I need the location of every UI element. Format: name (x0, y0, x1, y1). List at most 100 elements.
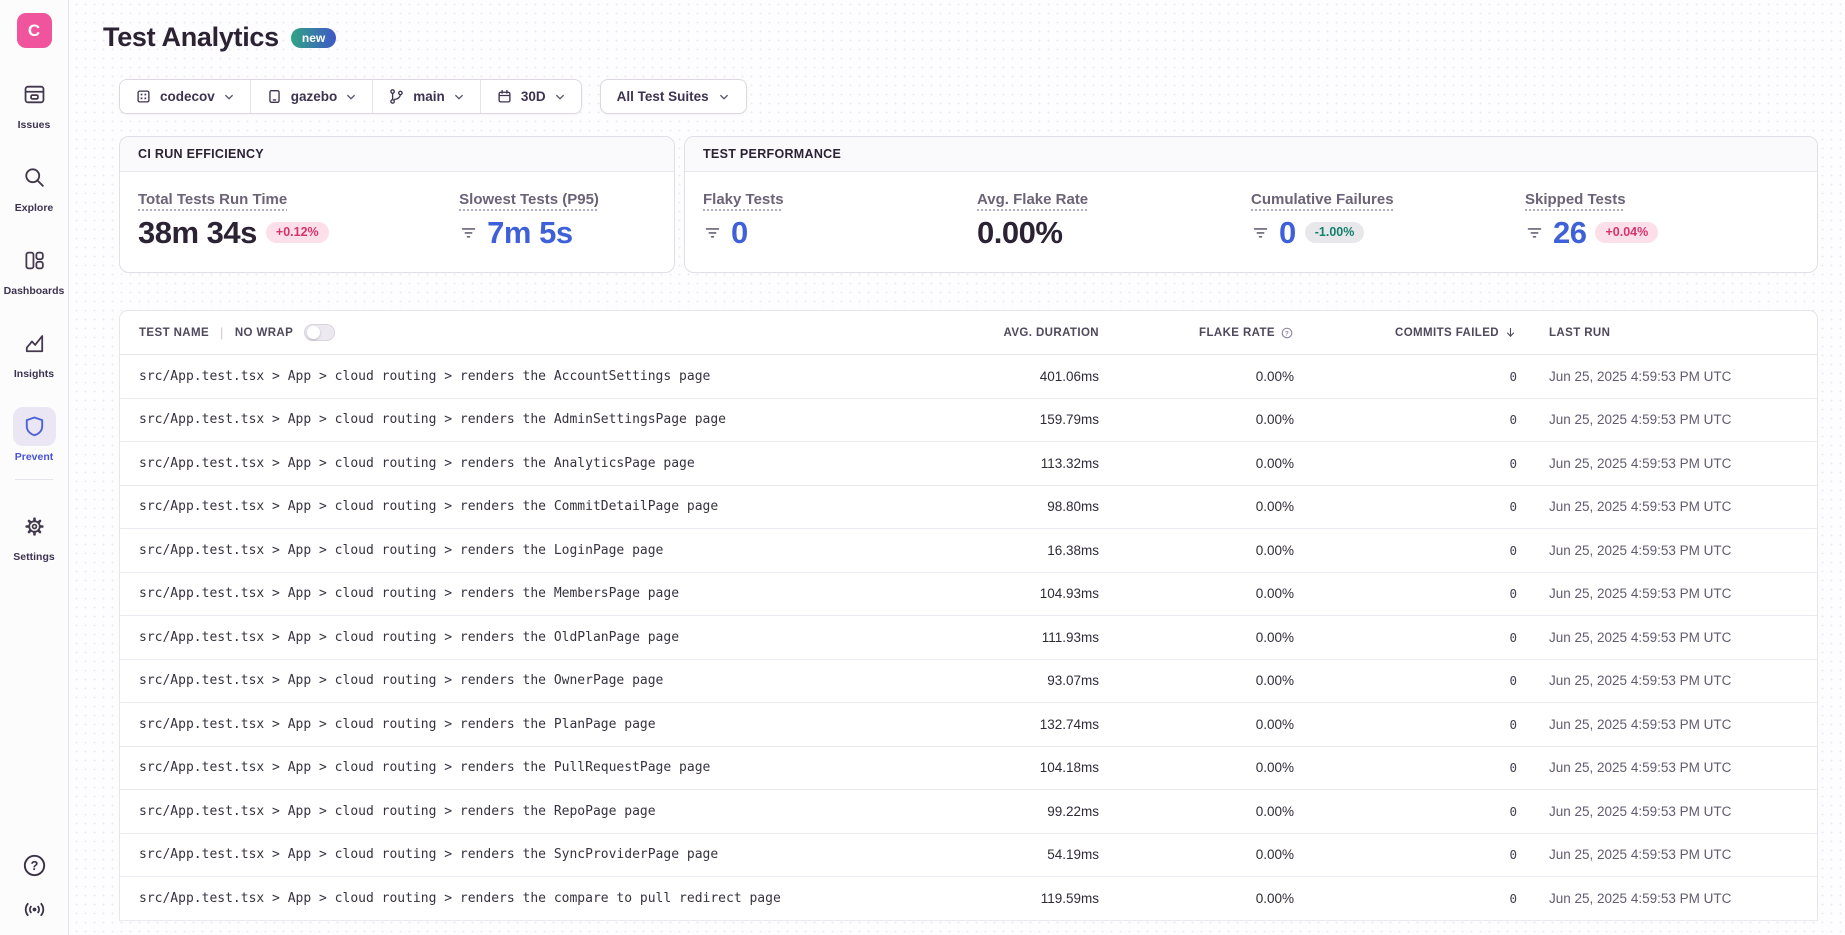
gear-icon (13, 507, 56, 546)
metric-cumulative-failures: Cumulative Failures 0 -1.00% (1251, 191, 1525, 248)
metric-avg-flake-rate: Avg. Flake Rate 0.00% (977, 191, 1251, 248)
org-icon (135, 88, 152, 105)
branch-label: main (413, 89, 445, 104)
main-content: Test Analytics new codecov (69, 0, 1845, 921)
filter-funnel-icon[interactable] (1525, 223, 1544, 242)
sidebar-item-issues[interactable]: Issues (13, 75, 56, 131)
test-name-cell: src/App.test.tsx > App > cloud routing >… (120, 529, 949, 572)
sidebar-item-label: Insights (14, 368, 54, 380)
flake-rate-cell: 0.00% (1099, 747, 1294, 790)
test-suites-label: All Test Suites (617, 89, 709, 104)
header-divider: | (220, 325, 224, 340)
no-wrap-label: NO WRAP (235, 327, 293, 339)
table-row[interactable]: src/App.test.tsx > App > cloud routing >… (120, 486, 1817, 530)
toggle-knob (307, 326, 320, 339)
help-icon[interactable]: ? (21, 852, 48, 879)
metric-label[interactable]: Flaky Tests (703, 191, 784, 208)
table-row[interactable]: src/App.test.tsx > App > cloud routing >… (120, 616, 1817, 660)
last-run-cell: Jun 25, 2025 4:59:53 PM UTC (1517, 616, 1817, 659)
avg-duration-cell: 104.18ms (949, 747, 1099, 790)
table-row[interactable]: src/App.test.tsx > App > cloud routing >… (120, 877, 1817, 921)
svg-text:?: ? (30, 858, 38, 873)
trend-badge: +0.12% (266, 222, 329, 243)
flake-rate-cell: 0.00% (1099, 703, 1294, 746)
chevron-down-icon (453, 91, 465, 103)
sort-desc-arrow-icon (1504, 326, 1517, 339)
date-range-selector[interactable]: 30D (481, 80, 581, 113)
sidebar-item-label: Prevent (15, 451, 54, 463)
last-run-cell: Jun 25, 2025 4:59:53 PM UTC (1517, 442, 1817, 485)
chevron-down-icon (223, 91, 235, 103)
metric-value: 38m 34s (138, 217, 257, 248)
table-row[interactable]: src/App.test.tsx > App > cloud routing >… (120, 747, 1817, 791)
table-row[interactable]: src/App.test.tsx > App > cloud routing >… (120, 790, 1817, 834)
last-run-cell: Jun 25, 2025 4:59:53 PM UTC (1517, 834, 1817, 877)
card-title: CI RUN EFFICIENCY (120, 137, 674, 172)
context-filter-group: codecov gazebo main (119, 79, 582, 114)
branch-selector[interactable]: main (373, 80, 481, 113)
sidebar-divider (15, 479, 53, 480)
dashboards-icon (13, 241, 56, 280)
commits-failed-cell: 0 (1294, 529, 1517, 572)
table-row[interactable]: src/App.test.tsx > App > cloud routing >… (120, 703, 1817, 747)
filter-funnel-icon[interactable] (1251, 223, 1270, 242)
sidebar-item-prevent[interactable]: Prevent (13, 407, 56, 463)
flake-rate-cell: 0.00% (1099, 442, 1294, 485)
repo-selector[interactable]: gazebo (251, 80, 374, 113)
col-commits-failed[interactable]: COMMITS FAILED (1294, 326, 1517, 339)
filter-funnel-icon[interactable] (459, 223, 478, 242)
test-suites-dropdown[interactable]: All Test Suites (600, 79, 747, 114)
last-run-cell: Jun 25, 2025 4:59:53 PM UTC (1517, 747, 1817, 790)
metric-label[interactable]: Cumulative Failures (1251, 191, 1394, 208)
no-wrap-toggle[interactable] (304, 324, 335, 341)
commits-failed-cell: 0 (1294, 834, 1517, 877)
repo-label: gazebo (291, 89, 338, 104)
last-run-cell: Jun 25, 2025 4:59:53 PM UTC (1517, 790, 1817, 833)
filter-funnel-icon[interactable] (703, 223, 722, 242)
title-row: Test Analytics new (103, 22, 1818, 53)
avg-duration-cell: 98.80ms (949, 486, 1099, 529)
table-row[interactable]: src/App.test.tsx > App > cloud routing >… (120, 442, 1817, 486)
sidebar-item-dashboards[interactable]: Dashboards (4, 241, 65, 297)
last-run-cell: Jun 25, 2025 4:59:53 PM UTC (1517, 529, 1817, 572)
table-row[interactable]: src/App.test.tsx > App > cloud routing >… (120, 660, 1817, 704)
metric-slowest-tests: Slowest Tests (P95) 7m 5s (459, 191, 656, 248)
commits-failed-cell: 0 (1294, 442, 1517, 485)
metric-label[interactable]: Slowest Tests (P95) (459, 191, 599, 208)
metric-label[interactable]: Total Tests Run Time (138, 191, 287, 208)
sidebar-item-label: Settings (13, 551, 54, 563)
flake-rate-cell: 0.00% (1099, 573, 1294, 616)
org-selector[interactable]: codecov (120, 80, 251, 113)
table-row[interactable]: src/App.test.tsx > App > cloud routing >… (120, 529, 1817, 573)
avg-duration-cell: 93.07ms (949, 660, 1099, 703)
table-row[interactable]: src/App.test.tsx > App > cloud routing >… (120, 355, 1817, 399)
test-name-cell: src/App.test.tsx > App > cloud routing >… (120, 703, 949, 746)
flake-rate-cell: 0.00% (1099, 486, 1294, 529)
table-row[interactable]: src/App.test.tsx > App > cloud routing >… (120, 399, 1817, 443)
issues-icon (13, 75, 56, 114)
col-avg-duration[interactable]: AVG. DURATION (949, 327, 1099, 339)
metric-flaky-tests: Flaky Tests 0 (703, 191, 977, 248)
flake-rate-cell: 0.00% (1099, 790, 1294, 833)
commits-failed-cell: 0 (1294, 877, 1517, 920)
col-test-name[interactable]: TEST NAME (139, 327, 209, 339)
metric-label[interactable]: Avg. Flake Rate (977, 191, 1088, 208)
avg-duration-cell: 54.19ms (949, 834, 1099, 877)
last-run-cell: Jun 25, 2025 4:59:53 PM UTC (1517, 877, 1817, 920)
table-row[interactable]: src/App.test.tsx > App > cloud routing >… (120, 573, 1817, 617)
sidebar-item-insights[interactable]: Insights (13, 324, 56, 380)
col-flake-rate[interactable]: FLAKE RATE ? (1099, 326, 1294, 340)
codecov-logo[interactable]: C (17, 13, 52, 48)
sidebar-item-settings[interactable]: Settings (13, 507, 56, 563)
metric-label[interactable]: Skipped Tests (1525, 191, 1626, 208)
table-row[interactable]: src/App.test.tsx > App > cloud routing >… (120, 834, 1817, 878)
question-circle-icon[interactable]: ? (1280, 326, 1294, 340)
summary-cards: CI RUN EFFICIENCY Total Tests Run Time 3… (119, 136, 1818, 273)
sidebar-bottom: ? (21, 852, 48, 923)
commits-failed-cell: 0 (1294, 790, 1517, 833)
sidebar-item-explore[interactable]: Explore (13, 158, 56, 214)
last-run-cell: Jun 25, 2025 4:59:53 PM UTC (1517, 399, 1817, 442)
col-last-run[interactable]: LAST RUN (1517, 327, 1817, 339)
broadcast-icon[interactable] (21, 896, 48, 923)
avg-duration-cell: 159.79ms (949, 399, 1099, 442)
